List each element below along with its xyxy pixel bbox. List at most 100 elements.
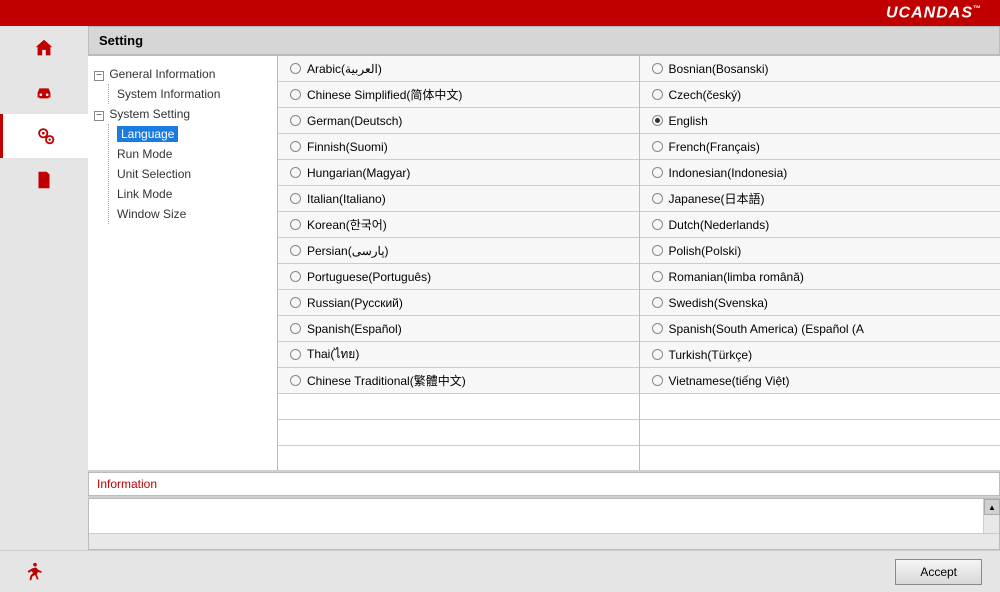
collapse-icon[interactable]: − xyxy=(94,71,104,81)
radio-icon[interactable] xyxy=(652,193,663,204)
radio-icon[interactable] xyxy=(290,63,301,74)
radio-icon[interactable] xyxy=(652,271,663,282)
language-option[interactable]: Korean(한국어) xyxy=(278,212,639,238)
language-label: Chinese Simplified(简体中文) xyxy=(307,86,462,103)
tree-window-size[interactable]: Window Size xyxy=(117,204,271,224)
tree-link-mode[interactable]: Link Mode xyxy=(117,184,271,204)
language-option[interactable]: Indonesian(Indonesia) xyxy=(640,160,1000,186)
language-option[interactable]: Portuguese(Português) xyxy=(278,264,639,290)
sidebar-report[interactable] xyxy=(0,158,88,202)
app-header: UCANDAS™ xyxy=(0,0,1000,26)
language-option[interactable]: Turkish(Türkçe) xyxy=(640,342,1000,368)
document-icon xyxy=(33,169,55,191)
radio-icon[interactable] xyxy=(290,115,301,126)
radio-icon[interactable] xyxy=(652,89,663,100)
sidebar-settings[interactable] xyxy=(0,114,88,158)
radio-icon[interactable] xyxy=(290,89,301,100)
language-label: Chinese Traditional(繁體中文) xyxy=(307,372,466,389)
language-label: Spanish(South America) (Español (A xyxy=(669,322,864,336)
radio-icon[interactable] xyxy=(290,245,301,256)
runner-icon[interactable] xyxy=(24,561,46,583)
language-option[interactable]: Czech(český) xyxy=(640,82,1000,108)
radio-icon[interactable] xyxy=(290,323,301,334)
language-option[interactable]: Russian(Русский) xyxy=(278,290,639,316)
radio-icon[interactable] xyxy=(652,219,663,230)
sidebar-vehicle[interactable] xyxy=(0,70,88,114)
language-option[interactable]: Spanish(South America) (Español (A xyxy=(640,316,1000,342)
language-label: Japanese(日本語) xyxy=(669,190,765,207)
radio-icon[interactable] xyxy=(290,193,301,204)
radio-icon[interactable] xyxy=(652,323,663,334)
vertical-scrollbar[interactable]: ▲ xyxy=(983,499,999,533)
language-option[interactable]: Vietnamese(tiếng Việt) xyxy=(640,368,1000,394)
language-column-1: Arabic(العربية) Chinese Simplified(简体中文) G… xyxy=(278,56,640,470)
car-icon xyxy=(33,81,55,103)
information-area: ▲ xyxy=(88,498,1000,550)
radio-icon[interactable] xyxy=(652,245,663,256)
radio-icon[interactable] xyxy=(652,349,663,360)
empty-row xyxy=(640,394,1000,420)
language-label: Russian(Русский) xyxy=(307,296,403,310)
tree-system-setting[interactable]: − System Setting xyxy=(94,104,271,124)
language-option[interactable]: Chinese Simplified(简体中文) xyxy=(278,82,639,108)
language-label: Portuguese(Português) xyxy=(307,270,431,284)
empty-row xyxy=(278,394,639,420)
language-label: Indonesian(Indonesia) xyxy=(669,166,788,180)
information-label: Information xyxy=(88,472,1000,496)
collapse-icon[interactable]: − xyxy=(94,111,104,121)
accept-button[interactable]: Accept xyxy=(895,559,982,585)
language-label: Thai(ไทย) xyxy=(307,345,359,364)
language-label: Hungarian(Magyar) xyxy=(307,166,410,180)
radio-icon[interactable] xyxy=(290,167,301,178)
tree-language[interactable]: Language xyxy=(117,124,271,144)
radio-icon[interactable] xyxy=(652,167,663,178)
language-option[interactable]: Bosnian(Bosanski) xyxy=(640,56,1000,82)
settings-tree: − General Information System Information… xyxy=(88,56,278,470)
language-option[interactable]: Japanese(日本語) xyxy=(640,186,1000,212)
language-option[interactable]: Romanian(limba română) xyxy=(640,264,1000,290)
language-label: Vietnamese(tiếng Việt) xyxy=(669,374,790,388)
language-option[interactable]: Dutch(Nederlands) xyxy=(640,212,1000,238)
language-column-2: Bosnian(Bosanski) Czech(český)English Fren… xyxy=(640,56,1000,470)
language-label: Persian(پارسی) xyxy=(307,244,389,258)
empty-row xyxy=(640,420,1000,446)
radio-icon[interactable] xyxy=(290,219,301,230)
language-option[interactable]: Hungarian(Magyar) xyxy=(278,160,639,186)
language-option[interactable]: German(Deutsch) xyxy=(278,108,639,134)
radio-icon[interactable] xyxy=(290,271,301,282)
radio-icon[interactable] xyxy=(290,141,301,152)
language-option[interactable]: Italian(Italiano) xyxy=(278,186,639,212)
radio-icon[interactable] xyxy=(290,297,301,308)
sidebar xyxy=(0,26,88,550)
language-option[interactable]: Chinese Traditional(繁體中文) xyxy=(278,368,639,394)
language-option[interactable]: Persian(پارسی) xyxy=(278,238,639,264)
radio-icon[interactable] xyxy=(652,63,663,74)
language-option[interactable]: English xyxy=(640,108,1000,134)
language-option[interactable]: Polish(Polski) xyxy=(640,238,1000,264)
language-option[interactable]: Finnish(Suomi) xyxy=(278,134,639,160)
tree-run-mode[interactable]: Run Mode xyxy=(117,144,271,164)
language-option[interactable]: French(Français) xyxy=(640,134,1000,160)
tree-system-info[interactable]: System Information xyxy=(117,84,271,104)
language-label: Finnish(Suomi) xyxy=(307,140,388,154)
content-area: Setting − General Information System Inf… xyxy=(0,26,1000,550)
tree-general-info[interactable]: − General Information xyxy=(94,64,271,84)
horizontal-scrollbar[interactable] xyxy=(89,533,999,549)
scroll-up-icon[interactable]: ▲ xyxy=(984,499,1000,515)
language-option[interactable]: Arabic(العربية) xyxy=(278,56,639,82)
language-label: Korean(한국어) xyxy=(307,216,387,233)
sidebar-home[interactable] xyxy=(0,26,88,70)
tree-unit-selection[interactable]: Unit Selection xyxy=(117,164,271,184)
brand-logo: UCANDAS™ xyxy=(886,4,982,22)
radio-icon[interactable] xyxy=(290,375,301,386)
language-option[interactable]: Thai(ไทย) xyxy=(278,342,639,368)
language-label: Bosnian(Bosanski) xyxy=(669,62,769,76)
radio-icon[interactable] xyxy=(290,349,301,360)
language-option[interactable]: Swedish(Svenska) xyxy=(640,290,1000,316)
radio-icon[interactable] xyxy=(652,375,663,386)
language-option[interactable]: Spanish(Español) xyxy=(278,316,639,342)
radio-icon[interactable] xyxy=(652,141,663,152)
radio-icon[interactable] xyxy=(652,115,663,126)
radio-icon[interactable] xyxy=(652,297,663,308)
language-label: French(Français) xyxy=(669,140,760,154)
